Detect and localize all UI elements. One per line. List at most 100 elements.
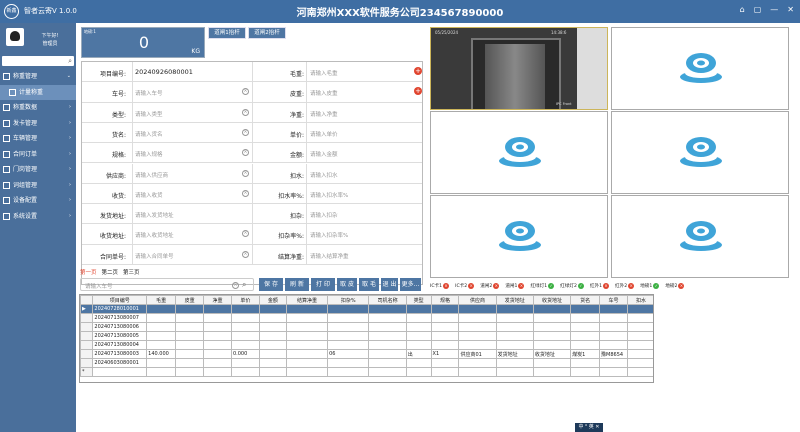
table-cell[interactable]: [405, 358, 432, 368]
table-cell[interactable]: [599, 367, 628, 377]
clear-icon[interactable]: ×: [242, 169, 249, 177]
refresh-button[interactable]: 刷 新: [285, 278, 309, 291]
sidebar-item-phrase-management[interactable]: 词组管理 ›: [0, 178, 76, 194]
table-cell[interactable]: [405, 340, 432, 350]
table-cell[interactable]: [626, 367, 653, 377]
table-cell[interactable]: [570, 313, 601, 323]
table-cell[interactable]: [430, 313, 460, 323]
table-cell[interactable]: [368, 304, 407, 314]
close-icon[interactable]: ✕: [787, 5, 794, 14]
table-cell[interactable]: 出: [405, 349, 432, 359]
table-cell[interactable]: [230, 322, 260, 332]
table-cell[interactable]: [626, 304, 653, 314]
table-cell[interactable]: [430, 331, 460, 341]
table-cell[interactable]: [368, 358, 407, 368]
column-header[interactable]: 扣杂%: [327, 295, 370, 305]
tare-weight-field[interactable]: 请输入皮重: [310, 89, 338, 97]
sidebar-item-system-settings[interactable]: 系统设置 ›: [0, 209, 76, 225]
table-cell[interactable]: [175, 331, 205, 341]
table-cell[interactable]: [327, 322, 370, 332]
table-row[interactable]: ▶ 20240728010001: [80, 304, 653, 314]
table-cell[interactable]: [532, 331, 572, 341]
take-gross-button[interactable]: 取 毛: [359, 278, 379, 291]
table-cell[interactable]: [146, 304, 177, 314]
table-cell[interactable]: [430, 340, 460, 350]
table-cell[interactable]: [599, 331, 628, 341]
table-cell[interactable]: 20240713080006: [92, 322, 148, 332]
table-cell[interactable]: [458, 340, 497, 350]
table-cell[interactable]: [599, 340, 628, 350]
plate-field[interactable]: 请输入车号: [135, 89, 163, 97]
table-cell[interactable]: [532, 358, 572, 368]
clear-icon[interactable]: ×: [242, 149, 249, 157]
table-cell[interactable]: [146, 340, 177, 350]
net-weight-field[interactable]: 请输入净重: [310, 110, 338, 118]
table-cell[interactable]: [405, 367, 432, 377]
table-cell[interactable]: [626, 313, 653, 323]
take-tare-button[interactable]: 取 皮: [337, 278, 357, 291]
table-cell[interactable]: [175, 322, 205, 332]
table-cell[interactable]: 140.000: [146, 349, 177, 359]
table-cell[interactable]: [327, 340, 370, 350]
column-header[interactable]: 项目编号: [92, 295, 148, 305]
column-header[interactable]: 单价: [230, 295, 260, 305]
table-cell[interactable]: [258, 358, 287, 368]
table-cell[interactable]: [626, 349, 653, 359]
table-cell[interactable]: [175, 313, 205, 323]
table-cell[interactable]: [495, 340, 534, 350]
camera-slot-6[interactable]: [611, 195, 789, 278]
supplier-field[interactable]: 请输入供应商: [135, 171, 168, 179]
table-cell[interactable]: [203, 358, 232, 368]
table-row[interactable]: 20240713080004: [80, 340, 653, 350]
impurity-deduct-field[interactable]: 请输入扣杂: [310, 211, 338, 219]
table-cell[interactable]: [285, 358, 329, 368]
table-cell[interactable]: [368, 313, 407, 323]
table-cell[interactable]: [495, 358, 534, 368]
table-cell[interactable]: [570, 322, 601, 332]
table-cell[interactable]: [285, 304, 329, 314]
column-header[interactable]: 金额: [258, 295, 287, 305]
table-cell[interactable]: 煤炭1: [570, 349, 601, 359]
table-cell[interactable]: [368, 367, 407, 377]
unit-price-field[interactable]: 请输入单价: [310, 130, 338, 138]
table-cell[interactable]: [327, 331, 370, 341]
impurity-rate-field[interactable]: 请输入扣杂率%: [310, 231, 348, 239]
save-button[interactable]: 保 存: [259, 278, 283, 291]
ship-address-field[interactable]: 请输入发货地址: [135, 211, 174, 219]
table-cell[interactable]: [495, 322, 534, 332]
table-cell[interactable]: [175, 304, 205, 314]
amount-field[interactable]: 请输入金额: [310, 150, 338, 158]
sidebar-item-weighing-management[interactable]: 称重管理 ⌄: [0, 69, 76, 85]
table-row[interactable]: 20240713080003 140.000 0.000 06 出 X1 供应商01 发货地址…: [80, 349, 653, 359]
table-cell[interactable]: [405, 322, 432, 332]
table-cell[interactable]: [570, 358, 601, 368]
table-cell[interactable]: [230, 313, 260, 323]
table-cell[interactable]: [405, 313, 432, 323]
table-cell[interactable]: 20240713080007: [92, 313, 148, 323]
table-cell[interactable]: [285, 340, 329, 350]
more-button[interactable]: 更多...: [400, 278, 421, 291]
table-cell[interactable]: [532, 340, 572, 350]
avatar[interactable]: [6, 28, 24, 46]
column-header[interactable]: 皮重: [175, 295, 205, 305]
table-cell[interactable]: [599, 304, 628, 314]
row-header[interactable]: [80, 322, 94, 332]
table-cell[interactable]: [458, 331, 497, 341]
table-cell[interactable]: 20240728010001: [92, 304, 148, 314]
contract-no-field[interactable]: 请输入合同单号: [135, 252, 174, 260]
table-cell[interactable]: 20240713080005: [92, 331, 148, 341]
table-cell[interactable]: [532, 313, 572, 323]
table-cell[interactable]: [146, 358, 177, 368]
receiver-field[interactable]: 请输入收货: [135, 191, 163, 199]
camera-slot-5[interactable]: [430, 195, 608, 278]
table-cell[interactable]: 20240603080001: [92, 358, 148, 368]
table-cell[interactable]: [368, 331, 407, 341]
table-row[interactable]: 20240713080006: [80, 322, 653, 332]
sidebar-item-vehicle-management[interactable]: 车辆管理 ›: [0, 131, 76, 147]
column-header[interactable]: 收货地址: [532, 295, 572, 305]
table-cell[interactable]: 06: [327, 349, 370, 359]
table-cell[interactable]: [495, 367, 534, 377]
clear-icon[interactable]: ×: [242, 88, 249, 96]
sidebar-item-device-config[interactable]: 设备配置 ›: [0, 193, 76, 209]
table-row[interactable]: 20240713080005: [80, 331, 653, 341]
